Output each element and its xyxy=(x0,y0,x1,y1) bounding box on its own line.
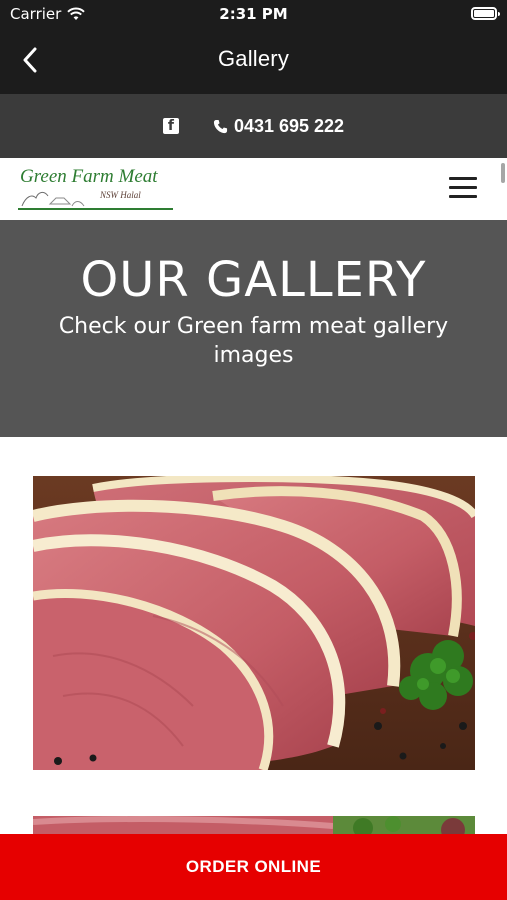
battery-icon xyxy=(471,7,500,20)
scrollbar-thumb[interactable] xyxy=(501,163,505,183)
nav-bar: Gallery xyxy=(0,28,507,94)
status-time: 2:31 PM xyxy=(219,5,288,23)
order-online-button[interactable]: ORDER ONLINE xyxy=(0,834,507,900)
status-bar: Carrier 2:31 PM xyxy=(0,0,507,28)
menu-button[interactable] xyxy=(449,177,477,199)
gallery-image[interactable] xyxy=(33,476,475,770)
facebook-icon[interactable]: f xyxy=(162,118,179,134)
hero-title: OUR GALLERY xyxy=(80,252,427,308)
logo-subtext: NSW Halal xyxy=(100,190,141,200)
page-title: Gallery xyxy=(217,46,290,71)
phone-link[interactable]: 0431 695 222 xyxy=(213,116,344,137)
phone-icon xyxy=(213,119,227,133)
contact-bar: f 0431 695 222 xyxy=(0,94,507,158)
hero-subtitle: Check our Green farm meat gallery images xyxy=(58,314,449,368)
farm-sketch-icon xyxy=(21,191,85,207)
phone-number: 0431 695 222 xyxy=(233,115,345,136)
hamburger-line xyxy=(449,186,477,189)
hamburger-line xyxy=(449,195,477,198)
site-logo[interactable]: Green Farm Meat NSW Halal xyxy=(18,166,178,212)
logo-underline xyxy=(18,208,173,210)
hamburger-line xyxy=(449,177,477,180)
site-header: Green Farm Meat NSW Halal xyxy=(0,158,507,220)
app-screen: Carrier 2:31 PM Gallery f 0431 695 222 G… xyxy=(0,0,507,900)
logo-text: Green Farm Meat xyxy=(20,166,158,187)
meat-steaks-image xyxy=(33,476,475,770)
hero-banner: OUR GALLERY Check our Green farm meat ga… xyxy=(0,220,507,437)
gallery-section xyxy=(0,437,507,900)
